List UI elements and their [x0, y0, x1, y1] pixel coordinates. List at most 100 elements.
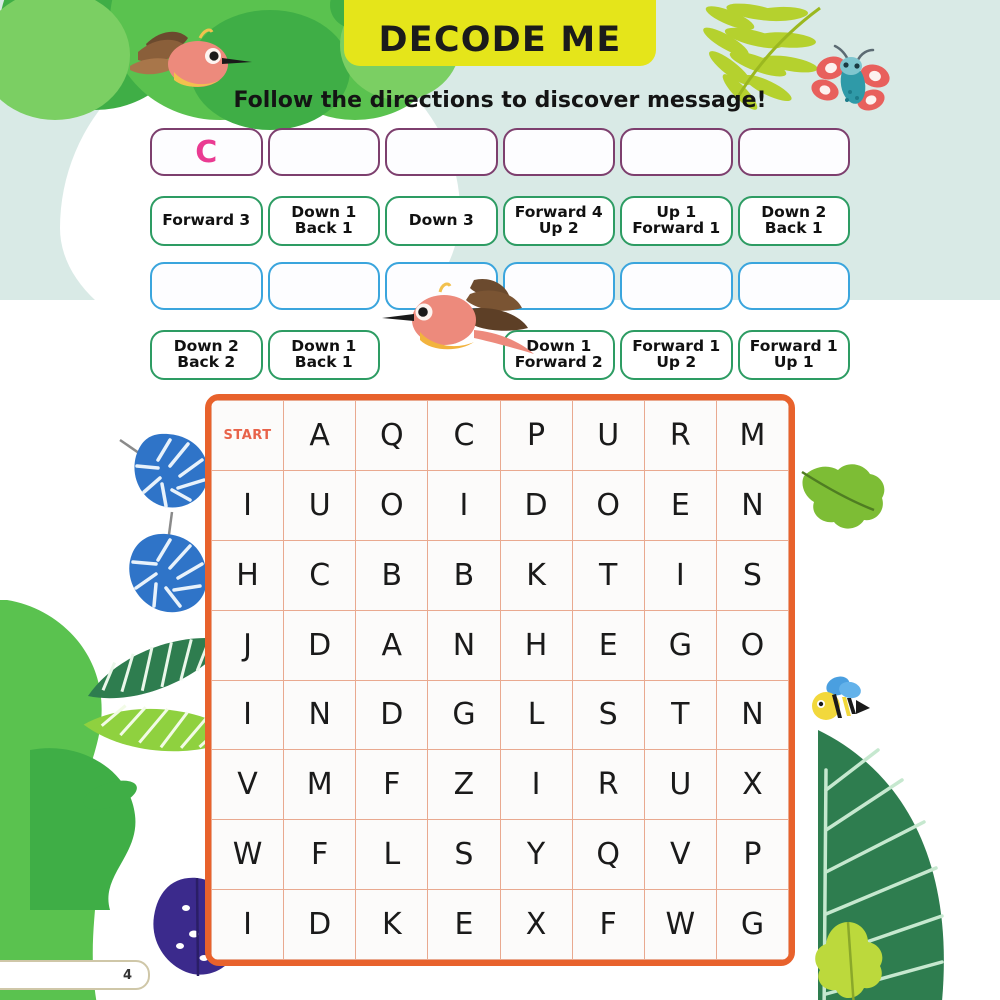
grid-cell[interactable]: S — [427, 819, 501, 891]
grid-cell[interactable]: D — [283, 609, 357, 681]
answer-cell[interactable]: C — [150, 128, 263, 176]
oak-leaf-bottom-right — [808, 920, 898, 1000]
grid-cell[interactable]: F — [355, 749, 429, 821]
grid-cell[interactable]: I — [211, 679, 285, 751]
grid-cell[interactable]: G — [643, 609, 717, 681]
grid-cell[interactable]: Q — [571, 819, 645, 891]
grid-cell[interactable]: B — [355, 539, 429, 611]
grid-cell[interactable]: C — [427, 400, 501, 471]
direction-cell[interactable]: Forward 4 Up 2 — [502, 196, 615, 246]
direction-cell[interactable]: Down 3 — [385, 196, 498, 246]
grid-cell[interactable]: X — [715, 749, 789, 821]
grid-cell[interactable]: V — [211, 749, 285, 821]
grid-cell[interactable]: K — [499, 539, 573, 611]
answer-cell[interactable] — [150, 262, 263, 310]
grid-cell[interactable]: P — [715, 819, 789, 891]
grid-cell[interactable]: S — [571, 679, 645, 751]
answer-cell[interactable] — [620, 262, 733, 310]
grid-cell[interactable]: M — [283, 749, 357, 821]
grid-cell[interactable]: K — [355, 889, 429, 960]
grid-cell[interactable]: G — [427, 679, 501, 751]
answer-cell[interactable] — [620, 128, 733, 176]
direction-cell[interactable]: Forward 1 Up 2 — [620, 330, 733, 380]
grid-cell[interactable]: P — [499, 400, 573, 471]
answer-cell[interactable] — [737, 128, 850, 176]
grid-cell[interactable]: U — [283, 469, 357, 541]
grid-cell[interactable]: V — [643, 819, 717, 891]
grid-cell[interactable]: G — [715, 889, 789, 960]
grid-cell[interactable]: I — [211, 469, 285, 541]
direction-cell[interactable]: Up 1 Forward 1 — [620, 196, 733, 246]
blue-monstera-leaf-left — [108, 418, 218, 522]
grid-cell[interactable]: U — [643, 749, 717, 821]
grid-cell[interactable]: T — [571, 539, 645, 611]
grid-cell[interactable]: L — [355, 819, 429, 891]
grid-cell[interactable]: D — [283, 889, 357, 960]
grid-cell[interactable]: B — [427, 539, 501, 611]
grid-cell[interactable]: Q — [355, 400, 429, 471]
grid-cell[interactable]: M — [715, 400, 789, 471]
direction-cell[interactable]: Forward 3 — [150, 196, 263, 246]
grid-cell[interactable]: A — [355, 609, 429, 681]
grid-cell[interactable]: A — [283, 400, 357, 471]
direction-cell[interactable]: Down 1 Back 1 — [267, 330, 380, 380]
grid-cell[interactable]: H — [211, 539, 285, 611]
page-title: DECODE ME — [378, 20, 622, 60]
grid-cell[interactable]: N — [283, 679, 357, 751]
grid-cell[interactable]: D — [499, 469, 573, 541]
direction-line: Down 3 — [408, 211, 474, 230]
grid-cell[interactable]: Y — [499, 819, 573, 891]
oak-leaf-right — [800, 458, 890, 552]
grid-cell[interactable]: F — [283, 819, 357, 891]
grid-cell[interactable]: W — [211, 819, 285, 891]
grid-cell[interactable]: Z — [427, 749, 501, 821]
grid-cell[interactable]: U — [571, 400, 645, 471]
grid-row: WFLSYQVP — [211, 819, 789, 891]
grid-cell[interactable]: I — [643, 539, 717, 611]
grid-cell[interactable]: S — [715, 539, 789, 611]
grid-cell[interactable]: O — [355, 469, 429, 541]
grid-cell[interactable]: N — [715, 679, 789, 751]
grid-cell[interactable]: J — [211, 609, 285, 681]
grid-cell[interactable]: O — [571, 469, 645, 541]
grid-cell[interactable]: N — [427, 609, 501, 681]
grid-row: IUOIDOEN — [211, 469, 789, 541]
grid-cell[interactable]: N — [715, 469, 789, 541]
grid-cell[interactable]: E — [571, 609, 645, 681]
grid-cell[interactable]: O — [715, 609, 789, 681]
title-banner: DECODE ME — [344, 0, 656, 66]
grid-cell[interactable]: I — [427, 469, 501, 541]
direction-line: Back 1 — [764, 219, 823, 237]
grid-row: START A Q C P U R M — [211, 400, 789, 471]
answer-cell[interactable] — [267, 262, 380, 310]
grid-cell[interactable]: L — [499, 679, 573, 751]
grid-cell[interactable]: I — [211, 889, 285, 960]
grid-cell[interactable]: T — [643, 679, 717, 751]
answer-cell[interactable] — [502, 128, 615, 176]
direction-cell[interactable]: Down 2 Back 2 — [150, 330, 263, 380]
answer-row-1: C — [150, 128, 850, 176]
grid-cell[interactable]: E — [427, 889, 501, 960]
answer-cell[interactable] — [385, 128, 498, 176]
grid-start-cell[interactable]: START — [211, 400, 285, 471]
grid-cell[interactable]: X — [499, 889, 573, 960]
grid-cell[interactable]: H — [499, 609, 573, 681]
grid-cell[interactable]: R — [643, 400, 717, 471]
direction-cell[interactable]: Down 1 Back 1 — [267, 196, 380, 246]
answer-cell[interactable] — [267, 128, 380, 176]
grid-cell[interactable]: R — [571, 749, 645, 821]
grid-cell[interactable]: D — [355, 679, 429, 751]
direction-cell[interactable]: Down 2 Back 1 — [737, 196, 850, 246]
grid-row: INDGLSTN — [211, 679, 789, 751]
answer-cell[interactable] — [737, 262, 850, 310]
grid-row: HCBBKTIS — [211, 539, 789, 611]
grid-cell[interactable]: W — [643, 889, 717, 960]
direction-cell[interactable]: Forward 1 Up 1 — [737, 330, 850, 380]
grid-cell[interactable]: E — [643, 469, 717, 541]
grid-cell[interactable]: C — [283, 539, 357, 611]
direction-line: Back 2 — [177, 353, 236, 371]
worksheet-page: DECODE ME Follow the directions to disco… — [0, 0, 1000, 1000]
grid-cell[interactable]: I — [499, 749, 573, 821]
grid-cell[interactable]: F — [571, 889, 645, 960]
direction-line: Up 2 — [656, 353, 697, 371]
